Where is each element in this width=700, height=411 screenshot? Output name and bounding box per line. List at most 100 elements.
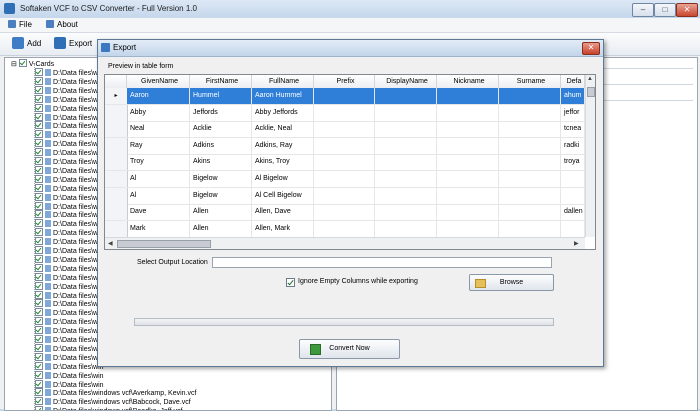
tree-item[interactable]: D:\Data files\win bbox=[35, 94, 104, 104]
table-cell[interactable]: tcnea bbox=[561, 121, 585, 138]
table-cell[interactable] bbox=[561, 187, 585, 204]
horizontal-scroll-thumb[interactable] bbox=[117, 240, 211, 248]
tree-item[interactable]: D:\Data files\win bbox=[35, 228, 104, 237]
tree-item[interactable]: D:\Data files\win bbox=[35, 85, 104, 95]
column-header[interactable]: GivenName bbox=[127, 75, 190, 88]
tree-item[interactable]: D:\Data files\win bbox=[35, 121, 104, 130]
tree-root[interactable]: ⊟ V-Cards bbox=[11, 59, 54, 68]
table-cell[interactable]: jeffor bbox=[561, 104, 585, 121]
check-icon[interactable] bbox=[35, 94, 43, 103]
tree-item[interactable]: D:\Data files\win bbox=[35, 210, 104, 219]
table-cell[interactable] bbox=[375, 220, 437, 237]
table-row[interactable]: Dave Allen Allen, Dave dallen bbox=[105, 204, 585, 222]
row-header[interactable] bbox=[105, 104, 128, 121]
check-icon[interactable] bbox=[35, 343, 43, 352]
table-cell[interactable]: dallen bbox=[561, 204, 585, 221]
table-cell[interactable] bbox=[561, 220, 585, 237]
table-cell[interactable] bbox=[437, 104, 499, 121]
table-cell[interactable] bbox=[437, 204, 499, 221]
column-header[interactable]: Surname bbox=[499, 75, 561, 88]
check-icon[interactable] bbox=[35, 263, 43, 272]
tree-item[interactable]: D:\Data files\win bbox=[35, 219, 104, 228]
check-icon[interactable] bbox=[35, 237, 43, 246]
check-icon[interactable] bbox=[35, 201, 43, 210]
table-cell[interactable]: Al Bigelow bbox=[252, 171, 314, 187]
table-cell[interactable] bbox=[437, 220, 499, 237]
table-cell[interactable] bbox=[499, 121, 561, 138]
check-icon[interactable] bbox=[35, 121, 43, 130]
tree-item[interactable]: D:\Data files\win bbox=[35, 308, 104, 317]
table-row[interactable]: Ray Adkins Adkins, Ray radki bbox=[105, 137, 585, 155]
table-cell[interactable] bbox=[561, 171, 585, 187]
vertical-scroll-thumb[interactable] bbox=[587, 87, 595, 97]
table-cell[interactable] bbox=[314, 154, 375, 171]
table-cell[interactable] bbox=[499, 187, 561, 204]
table-row[interactable]: Mark Allen Allen, Mark bbox=[105, 220, 585, 238]
table-cell[interactable]: Abby Jeffords bbox=[252, 104, 314, 121]
tree-item[interactable]: D:\Data files\win bbox=[35, 201, 104, 211]
check-icon[interactable] bbox=[35, 370, 43, 379]
table-row[interactable]: Abby Jeffords Abby Jeffords jeffor bbox=[105, 104, 585, 122]
table-cell[interactable] bbox=[437, 88, 499, 104]
export-button[interactable]: Export bbox=[54, 36, 92, 52]
column-header[interactable]: FullName bbox=[252, 75, 314, 88]
check-icon[interactable] bbox=[35, 335, 43, 343]
table-cell[interactable] bbox=[437, 187, 499, 204]
table-row[interactable]: Neal Acklie Acklie, Neal tcnea bbox=[105, 121, 585, 139]
collapse-icon[interactable]: ⊟ bbox=[11, 61, 17, 68]
minimize-button[interactable]: – bbox=[632, 3, 654, 17]
tree-item[interactable]: D:\Data files\windows vcf\Averkamp, Kevi… bbox=[35, 388, 196, 397]
check-icon[interactable] bbox=[35, 254, 43, 263]
maximize-button[interactable]: □ bbox=[654, 3, 676, 17]
table-cell[interactable]: Allen bbox=[190, 220, 252, 237]
vertical-scrollbar[interactable]: ▲ bbox=[585, 75, 595, 237]
ignore-empty-checkbox[interactable] bbox=[286, 278, 295, 287]
row-header[interactable] bbox=[105, 171, 128, 187]
column-header[interactable]: DisplayName bbox=[375, 75, 437, 88]
table-cell[interactable] bbox=[499, 154, 561, 171]
tree-item[interactable]: D:\Data files\win bbox=[35, 130, 104, 139]
check-icon[interactable] bbox=[35, 388, 43, 397]
table-cell[interactable]: radki bbox=[561, 137, 585, 154]
check-icon[interactable] bbox=[35, 308, 43, 317]
check-icon[interactable] bbox=[35, 130, 43, 139]
check-icon[interactable] bbox=[35, 397, 43, 406]
tree-item[interactable]: D:\Data files\win bbox=[35, 352, 104, 362]
tree-item[interactable]: D:\Data files\win bbox=[35, 76, 104, 86]
scroll-up-icon[interactable]: ▲ bbox=[587, 76, 593, 82]
table-cell[interactable] bbox=[375, 171, 437, 187]
table-cell[interactable]: Akins, Troy bbox=[252, 154, 314, 171]
table-cell[interactable]: Troy bbox=[127, 154, 190, 171]
table-cell[interactable] bbox=[375, 137, 437, 154]
check-icon[interactable] bbox=[35, 219, 43, 228]
table-cell[interactable] bbox=[314, 204, 375, 221]
row-header[interactable] bbox=[105, 220, 128, 237]
check-icon[interactable] bbox=[35, 68, 43, 76]
table-cell[interactable] bbox=[314, 104, 375, 121]
check-icon[interactable] bbox=[35, 148, 43, 157]
menu-file[interactable]: File bbox=[8, 20, 32, 29]
table-cell[interactable]: Acklie bbox=[190, 121, 252, 138]
table-cell[interactable] bbox=[437, 137, 499, 154]
tree-item[interactable]: D:\Data files\win bbox=[35, 174, 104, 184]
table-cell[interactable] bbox=[375, 121, 437, 138]
check-icon[interactable] bbox=[35, 326, 43, 335]
export-dialog-close-button[interactable]: ✕ bbox=[582, 42, 600, 55]
tree-item[interactable]: D:\Data files\win bbox=[35, 183, 104, 193]
table-cell[interactable]: Dave bbox=[127, 204, 190, 221]
table-cell[interactable] bbox=[375, 187, 437, 204]
check-icon[interactable] bbox=[18, 59, 27, 67]
row-header[interactable] bbox=[105, 154, 128, 171]
table-cell[interactable]: Abby bbox=[127, 104, 190, 121]
table-cell[interactable]: Bigelow bbox=[190, 187, 252, 204]
table-row[interactable]: Al Bigelow Al Cell Bigelow bbox=[105, 187, 585, 205]
table-cell[interactable]: Al bbox=[127, 171, 190, 187]
check-icon[interactable] bbox=[35, 76, 43, 85]
table-cell[interactable] bbox=[499, 137, 561, 154]
table-cell[interactable] bbox=[499, 171, 561, 187]
table-cell[interactable]: Mark bbox=[127, 220, 190, 237]
table-cell[interactable] bbox=[499, 220, 561, 237]
table-cell[interactable] bbox=[437, 121, 499, 138]
table-cell[interactable] bbox=[437, 154, 499, 171]
check-icon[interactable] bbox=[35, 192, 43, 201]
